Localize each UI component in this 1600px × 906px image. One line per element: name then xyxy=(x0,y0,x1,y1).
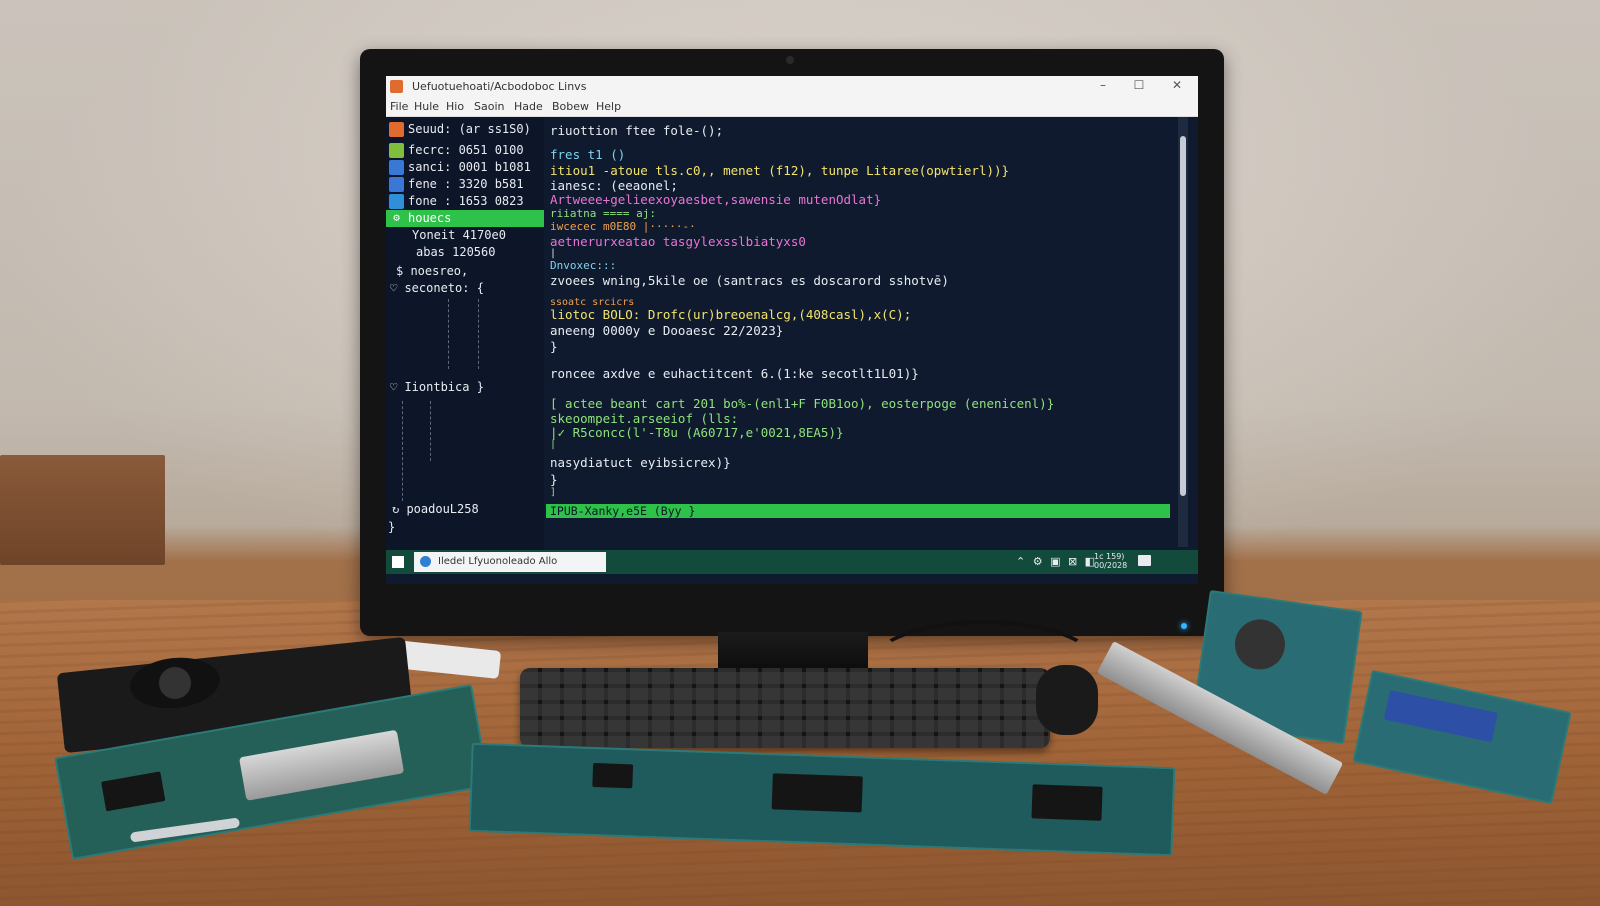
screen: Uefuotuehoati/Acbodoboc Linvs – ☐ ✕ File… xyxy=(386,76,1198,584)
system-tray-icons[interactable]: ⌃ ⚙ ▣ ⊠ ◧ xyxy=(1016,555,1097,568)
code-line: fres t1 () xyxy=(550,147,626,162)
sidebar-item[interactable]: abas 120560 xyxy=(386,244,544,261)
code-line: ] xyxy=(550,487,557,498)
sidebar-item[interactable]: fene : 3320 b581 xyxy=(386,176,544,193)
vscode-icon xyxy=(389,194,404,209)
window-title: Uefuotuehoati/Acbodoboc Linvs xyxy=(412,80,587,93)
keyboard xyxy=(520,668,1050,748)
close-button[interactable]: ✕ xyxy=(1162,78,1192,96)
code-line: iwcecec m0E80 |·····-· xyxy=(550,220,696,233)
monitor-stand xyxy=(718,632,868,672)
browser-icon xyxy=(420,556,431,567)
code-line: skeoompeit.arseeiof (lls: xyxy=(550,411,739,426)
sidebar-item[interactable]: } xyxy=(386,519,544,536)
blue-app-icon xyxy=(389,177,404,192)
file-sidebar: Seuud: (ar ss1S0) fecrc: 0651 0100 sanci… xyxy=(386,117,544,555)
code-line: riiatna ==== aj: xyxy=(550,207,656,220)
code-line: | xyxy=(550,439,557,450)
sidebar-item[interactable]: ♡ Iiontbica } xyxy=(386,379,544,396)
db25-connector xyxy=(238,729,405,801)
status-highlight-text: IPUB-Xanky,e5E (Byy } xyxy=(550,504,696,518)
code-line: roncee axdve e euhactitcent 6.(1:ke seco… xyxy=(550,366,919,381)
sidebar-item[interactable]: sanci: 0001 b1081 xyxy=(386,159,544,176)
fan xyxy=(1231,616,1289,673)
power-led xyxy=(1181,623,1187,629)
code-line: riuottion ftee fole-(); xyxy=(550,123,724,138)
taskbar: Iledel Lfyuonoleado Allo ⌃ ⚙ ▣ ⊠ ◧ 1c 15… xyxy=(386,550,1198,574)
sidebar-item[interactable]: fecrc: 0651 0100 xyxy=(386,142,544,159)
minimize-button[interactable]: – xyxy=(1088,78,1118,96)
taskbar-clock[interactable]: 1c 159) 00/2028 xyxy=(1094,552,1127,570)
webcam xyxy=(786,56,794,64)
code-editor[interactable]: riuottion ftee fole-(); fres t1 () itiou… xyxy=(546,117,1178,555)
code-line: } xyxy=(550,339,558,354)
window-titlebar: Uefuotuehoati/Acbodoboc Linvs – ☐ ✕ xyxy=(386,76,1198,98)
sidebar-item[interactable]: $ noesreo, xyxy=(386,263,544,280)
orange-app-icon xyxy=(389,122,404,137)
code-line: } xyxy=(550,472,558,487)
code-line: |✓ R5concc(l'-T8u (A60717,e'0021,8EA5)} xyxy=(550,425,844,440)
chip xyxy=(771,773,863,813)
code-line: aneeng 0000y e Dooaesc 22/2023} xyxy=(550,323,784,338)
taskbar-app-item[interactable]: Iledel Lfyuonoleado Allo xyxy=(414,552,606,572)
gear-icon: ⚙ xyxy=(393,211,400,224)
code-line: itiou1 -atoue tls.c0,, menet (f12), tunp… xyxy=(550,163,1010,178)
status-highlight-bar: IPUB-Xanky,e5E (Byy } xyxy=(546,504,1170,518)
menu-hio[interactable]: Hio xyxy=(446,100,464,113)
indent-guide xyxy=(478,299,479,369)
notification-icon[interactable] xyxy=(1138,555,1151,566)
code-line: | xyxy=(550,248,557,259)
menu-help[interactable]: Help xyxy=(596,100,621,113)
chip xyxy=(1031,784,1103,821)
indent-guide xyxy=(402,401,403,501)
code-line: zvoees wning,5kile oe (santracs es dosca… xyxy=(550,273,949,288)
maximize-button[interactable]: ☐ xyxy=(1124,78,1154,96)
start-button[interactable] xyxy=(392,556,404,568)
sidebar-item[interactable]: fone : 1653 0823 xyxy=(386,193,544,210)
code-line: Artweee+gelieexoyaesbet,sawensie mutenOd… xyxy=(550,192,882,207)
sidebar-item[interactable]: ↻ poadouL258 xyxy=(386,501,544,518)
sidebar-item[interactable]: Seuud: (ar ss1S0) xyxy=(386,121,544,138)
menu-saoin[interactable]: Saoin xyxy=(474,100,504,113)
menu-bobew[interactable]: Bobew xyxy=(552,100,589,113)
code-line: liotoc BOLO: Drofc(ur)breoenalcg,(408cas… xyxy=(550,307,912,322)
menu-hule[interactable]: Hule xyxy=(414,100,439,113)
code-line: aetnerurxeatao tasgylexsslbiatyxs0 xyxy=(550,234,806,249)
menu-hade[interactable]: Hade xyxy=(514,100,543,113)
code-line: ianesc: (eeaonel; xyxy=(550,178,678,193)
mouse xyxy=(1036,665,1098,735)
sidebar-item[interactable]: Yoneit 4170e0 xyxy=(386,227,544,244)
sidebar-item[interactable]: ♡ seconeto: { xyxy=(386,280,544,297)
menu-file[interactable]: File xyxy=(390,100,408,113)
indent-guide xyxy=(448,299,449,369)
code-line: [ actee beant cart 201 bo%-(enl1+F F0B1o… xyxy=(550,396,1055,411)
scrollbar-thumb[interactable] xyxy=(1180,136,1186,496)
green-app-icon xyxy=(389,143,404,158)
app-icon xyxy=(390,80,403,93)
connector xyxy=(1383,690,1498,743)
blue-app-icon xyxy=(389,160,404,175)
code-line: nasydiatuct eyibsicrex)} xyxy=(550,455,731,470)
side-shelf xyxy=(0,455,165,565)
code-line: Dnvoxec::: xyxy=(550,259,617,272)
chip xyxy=(592,762,634,789)
chip xyxy=(101,771,166,812)
menu-bar: File Hule Hio Saoin Hade Bobew Help xyxy=(386,98,1198,117)
indent-guide xyxy=(430,401,431,461)
sidebar-item-selected[interactable]: ⚙ houecs xyxy=(386,210,544,227)
